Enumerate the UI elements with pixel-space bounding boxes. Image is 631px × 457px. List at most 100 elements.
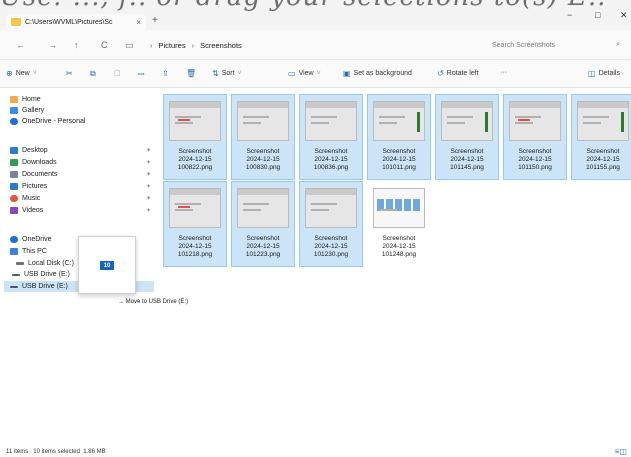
more-button[interactable]: ··· [500, 69, 507, 76]
file-item[interactable]: Screenshot 2024-12-15 101248.png [367, 181, 431, 267]
file-name-line: 2024-12-15 [246, 243, 280, 250]
pin-icon: ✦ [146, 196, 152, 202]
file-name-line: 2024-12-15 [586, 156, 620, 163]
tab-title: C:\Users\WVML\Pictures\Sc [25, 18, 113, 26]
close-button[interactable]: ✕ [620, 10, 628, 21]
gallery-icon [10, 107, 18, 114]
usb-icon [12, 273, 20, 276]
file-name-line: Screenshot [246, 235, 280, 242]
details-button[interactable]: ◫ Details [588, 69, 620, 78]
sidebar-item-onedrive[interactable]: OneDrive [10, 236, 52, 243]
file-name: Screenshot 2024-12-15 101230.png [300, 235, 362, 259]
rotate-left-button[interactable]: ↺ Rotate left [437, 69, 479, 78]
music-icon [10, 195, 18, 202]
rename-icon: ꟷ [138, 70, 145, 79]
sidebar-item-usb-drive-e[interactable]: USB Drive (E:) [10, 283, 68, 290]
breadcrumb-screenshots[interactable]: Screenshots [200, 41, 242, 50]
breadcrumb-pictures[interactable]: Pictures [159, 41, 186, 50]
plus-circle-icon: ⊕ [6, 69, 13, 78]
sidebar-item-downloads[interactable]: Downloads [10, 159, 57, 166]
sidebar-item-label: Pictures [22, 183, 48, 190]
sidebar-item-onedrive-personal[interactable]: OneDrive - Personal [10, 118, 85, 125]
file-item[interactable]: Screenshot 2024-12-15 101145.png [435, 94, 499, 180]
sidebar-item-videos[interactable]: Videos [10, 207, 43, 214]
file-item[interactable]: Screenshot 2024-12-15 101223.png [231, 181, 295, 267]
rename-button[interactable]: ꟷ [138, 69, 145, 80]
file-name: Screenshot 2024-12-15 101145.png [436, 148, 498, 172]
set-background-label: Set as background [353, 70, 412, 77]
file-thumbnail [577, 101, 629, 141]
forward-icon[interactable]: → [48, 40, 57, 50]
copy-button[interactable]: ⧉ [90, 69, 96, 79]
file-item[interactable]: Screenshot 2024-12-15 101155.png [571, 94, 631, 180]
sidebar-item-local-disk[interactable]: Local Disk (C:) [16, 260, 74, 267]
file-item[interactable]: Screenshot 2024-12-15 100836.png [299, 94, 363, 180]
sidebar-item-pictures[interactable]: Pictures [10, 183, 47, 190]
search-placeholder: Search Screenshots [492, 41, 556, 49]
search-input[interactable]: Search Screenshots ⌕ [486, 36, 626, 54]
sidebar-item-documents[interactable]: Documents [10, 171, 57, 178]
scissors-icon: ✂ [66, 69, 73, 78]
view-toggle-icon[interactable]: ≡◫ [615, 447, 627, 456]
sidebar-item-home[interactable]: Home [10, 96, 41, 103]
sort-button[interactable]: ⇅ Sort ˅ [212, 69, 242, 78]
sidebar-item-gallery[interactable]: Gallery [10, 107, 44, 114]
sidebar-item-usb-drive-e-child[interactable]: USB Drive (E:) [12, 271, 70, 278]
set-background-button[interactable]: ▣ Set as background [343, 69, 412, 78]
disk-icon [16, 262, 24, 265]
sidebar-item-label: OneDrive [22, 236, 52, 243]
new-tab-button[interactable]: + [152, 15, 158, 26]
file-name: Screenshot 2024-12-15 100836.png [300, 148, 362, 172]
file-item[interactable]: Screenshot 2024-12-15 101218.png [163, 181, 227, 267]
tab-screenshots[interactable]: C:\Users\WVML\Pictures\Sc × [6, 14, 146, 30]
chevron-down-icon: ˅ [316, 70, 321, 77]
sidebar-item-label: USB Drive (E:) [24, 271, 70, 278]
status-text: 11 items 10 items selected 1.86 MB [6, 449, 106, 455]
rotate-left-label: Rotate left [446, 70, 479, 77]
share-button[interactable]: ⇪ [162, 69, 169, 78]
file-item[interactable]: Screenshot 2024-12-15 100830.png [231, 94, 295, 180]
sidebar-item-label: Music [22, 195, 41, 202]
file-item[interactable]: Screenshot 2024-12-15 101230.png [299, 181, 363, 267]
trash-icon: 🗑 [186, 69, 197, 78]
title-bar: C:\Users\WVML\Pictures\Sc × + − □ ✕ [0, 0, 631, 30]
delete-button[interactable]: 🗑 [186, 69, 196, 78]
monitor-icon[interactable]: ▭ [125, 40, 134, 51]
command-bar: ⊕ New ˅ ✂ ⧉ ▢ ꟷ ⇪ 🗑 ⇅ Sort ˅ ▭ View ˅ ▣ Set as … [0, 60, 631, 88]
file-name-line: 100836.png [313, 164, 349, 171]
search-icon: ⌕ [616, 41, 620, 48]
sidebar-item-label: Documents [22, 171, 58, 178]
sidebar-item-desktop[interactable]: Desktop [10, 147, 48, 154]
back-icon[interactable]: ← [16, 40, 25, 50]
file-item[interactable]: Screenshot 2024-12-15 101150.png [503, 94, 567, 180]
maximize-button[interactable]: □ [595, 10, 600, 20]
selected-count: 10 items selected [33, 449, 80, 455]
file-item[interactable]: Screenshot 2024-12-15 100822.png [163, 94, 227, 180]
file-name-line: 101248.png [381, 251, 417, 258]
sidebar-item-label: Home [22, 96, 41, 103]
desktop-icon [10, 147, 18, 154]
file-thumbnail [373, 101, 425, 141]
file-name-line: Screenshot [382, 235, 416, 242]
minimize-button[interactable]: − [567, 10, 572, 20]
file-name-line: 2024-12-15 [314, 243, 348, 250]
paste-button[interactable]: ▢ [114, 69, 121, 77]
view-button[interactable]: ▭ View ˅ [288, 69, 321, 78]
file-item[interactable]: Screenshot 2024-12-15 101011.png [367, 94, 431, 180]
sidebar-item-label: This PC [22, 248, 47, 255]
tab-close-icon[interactable]: × [136, 18, 141, 27]
file-name-line: Screenshot [314, 148, 348, 155]
file-name: Screenshot 2024-12-15 101150.png [504, 148, 566, 172]
sidebar-item-music[interactable]: Music [10, 195, 40, 202]
file-thumbnail [169, 188, 221, 228]
file-thumbnail [373, 188, 425, 228]
refresh-icon[interactable]: C [101, 40, 108, 50]
sidebar-item-this-pc[interactable]: This PC [10, 248, 47, 255]
up-icon[interactable]: ↑ [74, 40, 79, 50]
sidebar-item-label: Local Disk (C:) [28, 260, 74, 267]
file-name: Screenshot 2024-12-15 101248.png [368, 235, 430, 259]
cut-button[interactable]: ✂ [66, 69, 73, 78]
pin-icon: ✦ [146, 208, 152, 214]
share-icon: ⇪ [162, 69, 169, 78]
new-button[interactable]: ⊕ New ˅ [6, 69, 37, 78]
